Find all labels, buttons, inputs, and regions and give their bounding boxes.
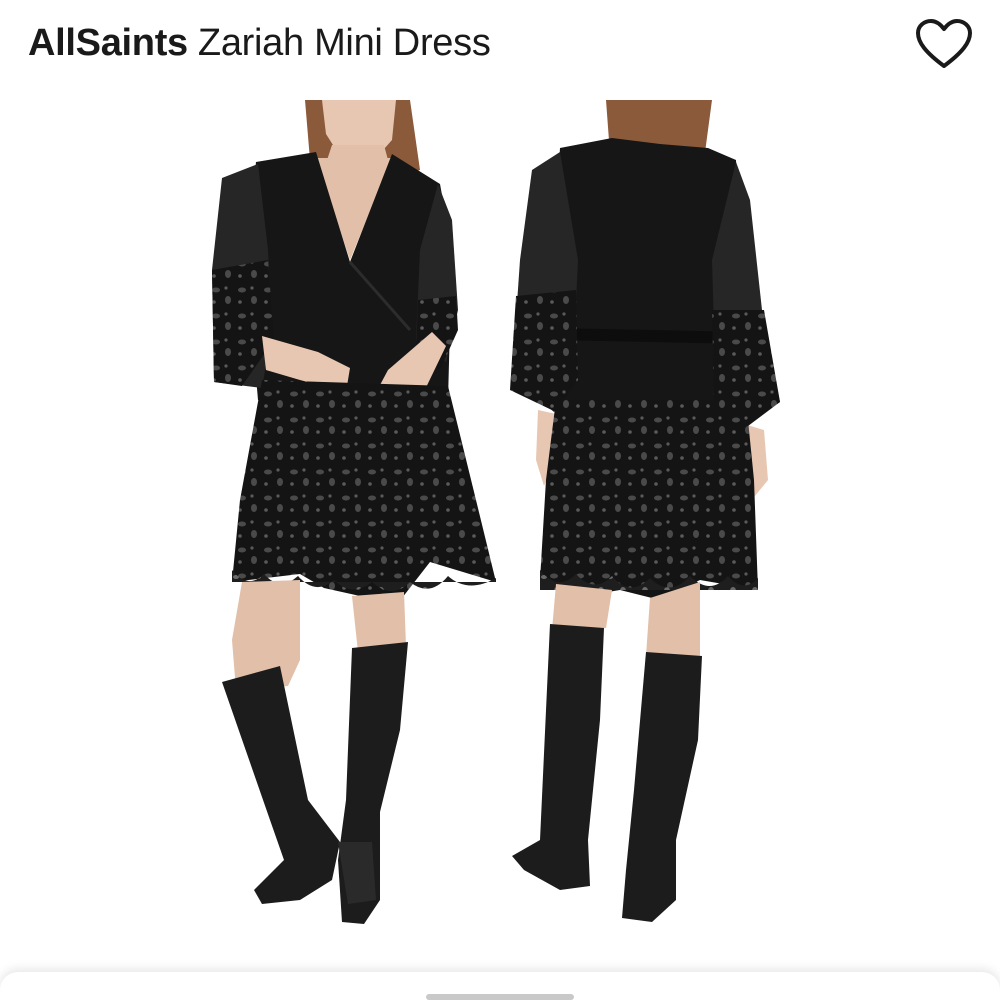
drag-handle[interactable] bbox=[426, 994, 574, 1000]
product-name: Zariah Mini Dress bbox=[197, 22, 491, 64]
favorite-button[interactable] bbox=[914, 16, 974, 72]
product-page: AllSaints Zariah Mini Dress bbox=[0, 0, 1000, 1000]
product-header: AllSaints Zariah Mini Dress bbox=[0, 0, 1000, 90]
bottom-sheet[interactable] bbox=[0, 972, 1000, 1000]
heart-outline-icon bbox=[916, 19, 972, 68]
product-image[interactable] bbox=[0, 100, 1000, 930]
front-view-model bbox=[212, 100, 496, 924]
brand-name: AllSaints bbox=[28, 22, 188, 64]
back-view-model bbox=[510, 100, 780, 922]
product-title: AllSaints Zariah Mini Dress bbox=[28, 18, 491, 68]
